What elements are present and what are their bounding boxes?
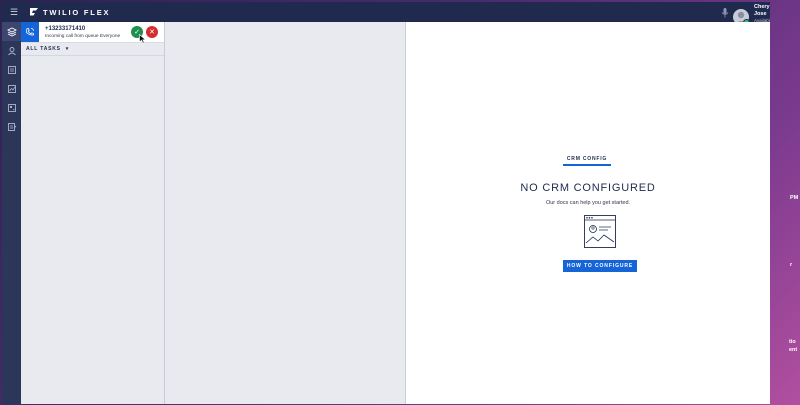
caller-phone-number: +13233171410 xyxy=(45,25,86,32)
mouse-cursor-icon xyxy=(139,34,147,44)
background-text-fragment: ent xyxy=(789,347,798,353)
task-filter-label: ALL TASKS xyxy=(26,46,61,52)
close-icon: ✕ xyxy=(149,29,155,36)
crm-description: Our docs can help you get started. xyxy=(545,200,631,206)
nav-notes[interactable] xyxy=(2,117,21,136)
chevron-down-icon: ▾ xyxy=(65,46,70,52)
flex-app-window: ☰ TWILIO FLEX Cheryl Jose Availab +13233… xyxy=(2,2,770,404)
tab-active-underline xyxy=(563,164,611,166)
crm-panel: CRM CONFIG NO CRM CONFIGURED Our docs ca… xyxy=(406,22,770,404)
nav-insights[interactable] xyxy=(2,79,21,98)
microphone-icon[interactable] xyxy=(720,6,730,18)
teams-icon xyxy=(7,46,16,55)
insights-icon xyxy=(7,84,16,93)
crm-heading: NO CRM CONFIGURED xyxy=(520,182,656,194)
dashboards-icon xyxy=(7,103,16,112)
how-to-configure-button[interactable]: HOW TO CONFIGURE xyxy=(563,260,637,272)
notes-icon xyxy=(7,122,16,131)
top-bar: ☰ TWILIO FLEX Cheryl Jose Availab xyxy=(2,2,770,29)
incoming-call-icon xyxy=(21,22,39,42)
agent-desktop-icon xyxy=(6,26,17,37)
task-description: Incoming call from queue Everyone xyxy=(45,33,121,39)
task-filter-dropdown[interactable]: ALL TASKS ▾ xyxy=(21,43,164,56)
menu-icon[interactable]: ☰ xyxy=(7,7,21,18)
task-list: +13233171410 Incoming call from queue Ev… xyxy=(21,22,165,404)
nav-queues[interactable] xyxy=(2,60,21,79)
brand-title: TWILIO FLEX xyxy=(43,7,111,17)
background-text-fragment: r xyxy=(790,262,793,268)
side-navigation xyxy=(2,22,21,404)
nav-teams[interactable] xyxy=(2,41,21,60)
task-detail-panel xyxy=(165,22,406,404)
browser-profile-icon xyxy=(584,215,616,248)
background-text-fragment: PM xyxy=(790,195,799,201)
nav-dashboards[interactable] xyxy=(2,98,21,117)
twilio-flex-logo xyxy=(29,7,39,17)
queues-icon xyxy=(7,65,16,74)
reject-call-button[interactable]: ✕ xyxy=(146,26,158,38)
user-name: Cheryl Jose xyxy=(754,4,770,17)
incoming-call-task[interactable]: +13233171410 Incoming call from queue Ev… xyxy=(21,22,164,44)
tab-crm-config[interactable]: CRM CONFIG xyxy=(563,156,611,162)
background-text-fragment: tio xyxy=(789,339,796,345)
nav-agent-desktop[interactable] xyxy=(2,22,21,41)
